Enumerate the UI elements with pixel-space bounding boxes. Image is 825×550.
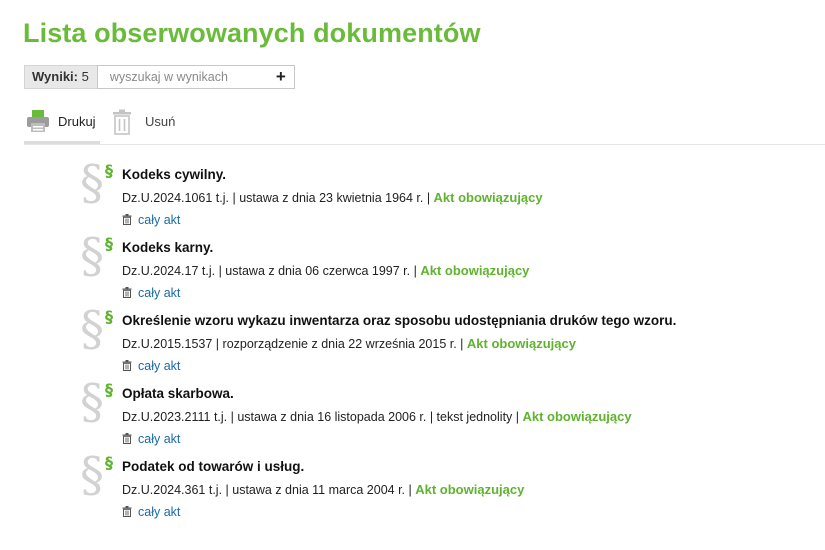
print-button[interactable]: Drukuj bbox=[24, 104, 100, 144]
document-title[interactable]: Podatek od towarów i usług. bbox=[122, 459, 304, 474]
paragraph-icon: § bbox=[80, 228, 104, 284]
page-title: Lista obserwowanych dokumentów bbox=[23, 18, 481, 48]
paragraph-icon: § bbox=[105, 307, 113, 326]
paragraph-icon: § bbox=[105, 161, 113, 180]
whole-act-link[interactable]: cały akt bbox=[122, 213, 180, 228]
document-title[interactable]: Kodeks karny. bbox=[122, 240, 213, 255]
search-input[interactable] bbox=[109, 67, 270, 87]
whole-act-label: cały akt bbox=[138, 213, 181, 227]
whole-act-label: cały akt bbox=[138, 505, 181, 519]
trash-icon bbox=[122, 287, 132, 301]
paragraph-icon: § bbox=[80, 447, 104, 503]
document-meta: Dz.U.2024.1061 t.j. | ustawa z dnia 23 k… bbox=[122, 190, 543, 205]
document-status[interactable]: Akt obowiązujący bbox=[522, 409, 631, 424]
print-label: Drukuj bbox=[58, 114, 96, 129]
document-info: Dz.U.2024.17 t.j. | ustawa z dnia 06 cze… bbox=[122, 264, 421, 278]
printer-icon bbox=[26, 109, 50, 138]
document-item: § § Kodeks karny. Dz.U.2024.17 t.j. | us… bbox=[0, 228, 825, 305]
document-info: Dz.U.2015.1537 | rozporządzenie z dnia 2… bbox=[122, 337, 467, 351]
paragraph-icon: § bbox=[105, 234, 113, 253]
trash-icon bbox=[122, 506, 132, 520]
document-status[interactable]: Akt obowiązujący bbox=[467, 336, 576, 351]
document-info: Dz.U.2024.361 t.j. | ustawa z dnia 11 ma… bbox=[122, 483, 416, 497]
document-info: Dz.U.2023.2111 t.j. | ustawa z dnia 16 l… bbox=[122, 410, 523, 424]
whole-act-link[interactable]: cały akt bbox=[122, 432, 180, 447]
add-filter-button[interactable]: + bbox=[276, 66, 286, 88]
document-item: § § Opłata skarbowa. Dz.U.2023.2111 t.j.… bbox=[0, 374, 825, 451]
document-item: § § Podatek od towarów i usług. Dz.U.202… bbox=[0, 447, 825, 524]
document-item: § § Określenie wzoru wykazu inwentarza o… bbox=[0, 301, 825, 378]
document-meta: Dz.U.2024.361 t.j. | ustawa z dnia 11 ma… bbox=[122, 482, 524, 497]
toolbar: Drukuj Usuń bbox=[24, 104, 825, 145]
paragraph-icon: § bbox=[105, 453, 113, 472]
paragraph-icon: § bbox=[80, 301, 104, 357]
paragraph-icon: § bbox=[105, 380, 113, 399]
delete-label: Usuń bbox=[145, 114, 176, 129]
document-status[interactable]: Akt obowiązujący bbox=[420, 263, 529, 278]
whole-act-label: cały akt bbox=[138, 286, 181, 300]
document-status[interactable]: Akt obowiązujący bbox=[415, 482, 524, 497]
document-status[interactable]: Akt obowiązujący bbox=[434, 190, 543, 205]
whole-act-link[interactable]: cały akt bbox=[122, 505, 180, 520]
results-bar: Wyniki: 5 + bbox=[24, 65, 295, 89]
trash-icon bbox=[122, 433, 132, 447]
whole-act-label: cały akt bbox=[138, 359, 181, 373]
document-meta: Dz.U.2023.2111 t.j. | ustawa z dnia 16 l… bbox=[122, 409, 632, 424]
document-item: § § Kodeks cywilny. Dz.U.2024.1061 t.j. … bbox=[0, 155, 825, 232]
results-count-value: 5 bbox=[81, 69, 89, 84]
document-title[interactable]: Kodeks cywilny. bbox=[122, 167, 226, 182]
whole-act-label: cały akt bbox=[138, 432, 181, 446]
trash-icon bbox=[122, 360, 132, 374]
results-label: Wyniki: bbox=[32, 69, 78, 84]
document-meta: Dz.U.2024.17 t.j. | ustawa z dnia 06 cze… bbox=[122, 263, 529, 278]
trash-icon bbox=[122, 214, 132, 228]
document-title[interactable]: Opłata skarbowa. bbox=[122, 386, 234, 401]
delete-button[interactable]: Usuń bbox=[110, 104, 180, 142]
whole-act-link[interactable]: cały akt bbox=[122, 359, 180, 374]
trash-icon bbox=[112, 109, 132, 140]
paragraph-icon: § bbox=[80, 155, 104, 211]
document-title[interactable]: Określenie wzoru wykazu inwentarza oraz … bbox=[122, 313, 676, 328]
results-count: Wyniki: 5 bbox=[24, 65, 97, 89]
document-meta: Dz.U.2015.1537 | rozporządzenie z dnia 2… bbox=[122, 336, 576, 351]
paragraph-icon: § bbox=[80, 374, 104, 430]
document-info: Dz.U.2024.1061 t.j. | ustawa z dnia 23 k… bbox=[122, 191, 434, 205]
whole-act-link[interactable]: cały akt bbox=[122, 286, 180, 301]
search-box: + bbox=[96, 65, 295, 89]
